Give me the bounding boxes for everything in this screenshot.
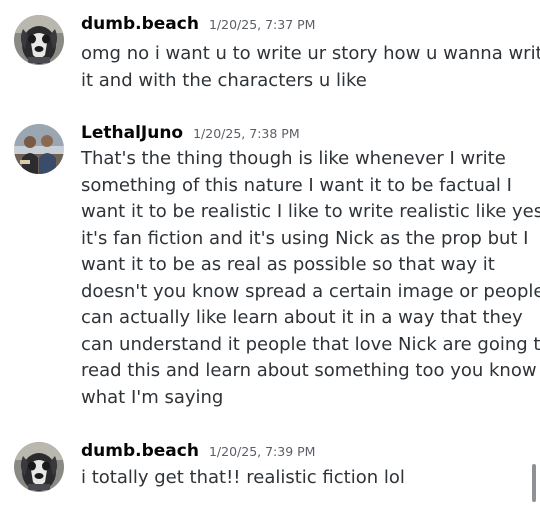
message-line: it and with the characters u like (81, 69, 367, 91)
message-line: want it to be realistic I like to write … (81, 201, 540, 222)
dog-avatar-icon[interactable] (14, 15, 64, 65)
username[interactable]: dumb.beach (81, 441, 199, 461)
dog-avatar-icon[interactable] (14, 442, 64, 492)
message-line: can understand it people that love Nick … (81, 333, 540, 355)
timestamp: 1/20/25, 7:37 PM (208, 17, 316, 32)
message-line: can actually like learn about it in a wa… (81, 307, 523, 328)
message-header: LethalJuno 1/20/25, 7:38 PM (81, 123, 300, 144)
timestamp: 1/20/25, 7:38 PM (193, 126, 300, 141)
message-line: it's fan fiction and it's using Nick as … (81, 227, 529, 249)
message-content: omg no i want u to write ur story how u … (81, 41, 540, 94)
message-line: want it to be as real as possible so tha… (81, 254, 495, 275)
timestamp: 1/20/25, 7:39 PM (208, 444, 316, 459)
message-line: doesn't you know spread a certain image … (81, 280, 540, 302)
message-line: i totally get that!! realistic fiction l… (81, 467, 405, 488)
person-avatar-icon[interactable] (14, 124, 64, 174)
message-content: That's the thing though is like whenever… (81, 146, 540, 411)
message-header: dumb.beach 1/20/25, 7:37 PM (81, 14, 315, 35)
username[interactable]: dumb.beach (81, 14, 199, 34)
message-line: what I'm saying (81, 386, 224, 408)
message-content: i totally get that!! realistic fiction l… (81, 465, 405, 492)
message-line: omg no i want u to write ur story how u … (81, 43, 540, 64)
message-line: read this and learn about something too … (81, 360, 537, 381)
scrollbar-thumb[interactable] (532, 464, 536, 502)
message-line: That's the thing though is like whenever… (81, 148, 506, 169)
message-header: dumb.beach 1/20/25, 7:39 PM (81, 441, 315, 462)
username[interactable]: LethalJuno (81, 123, 183, 143)
message-line: something of this nature I want it to be… (81, 174, 512, 196)
